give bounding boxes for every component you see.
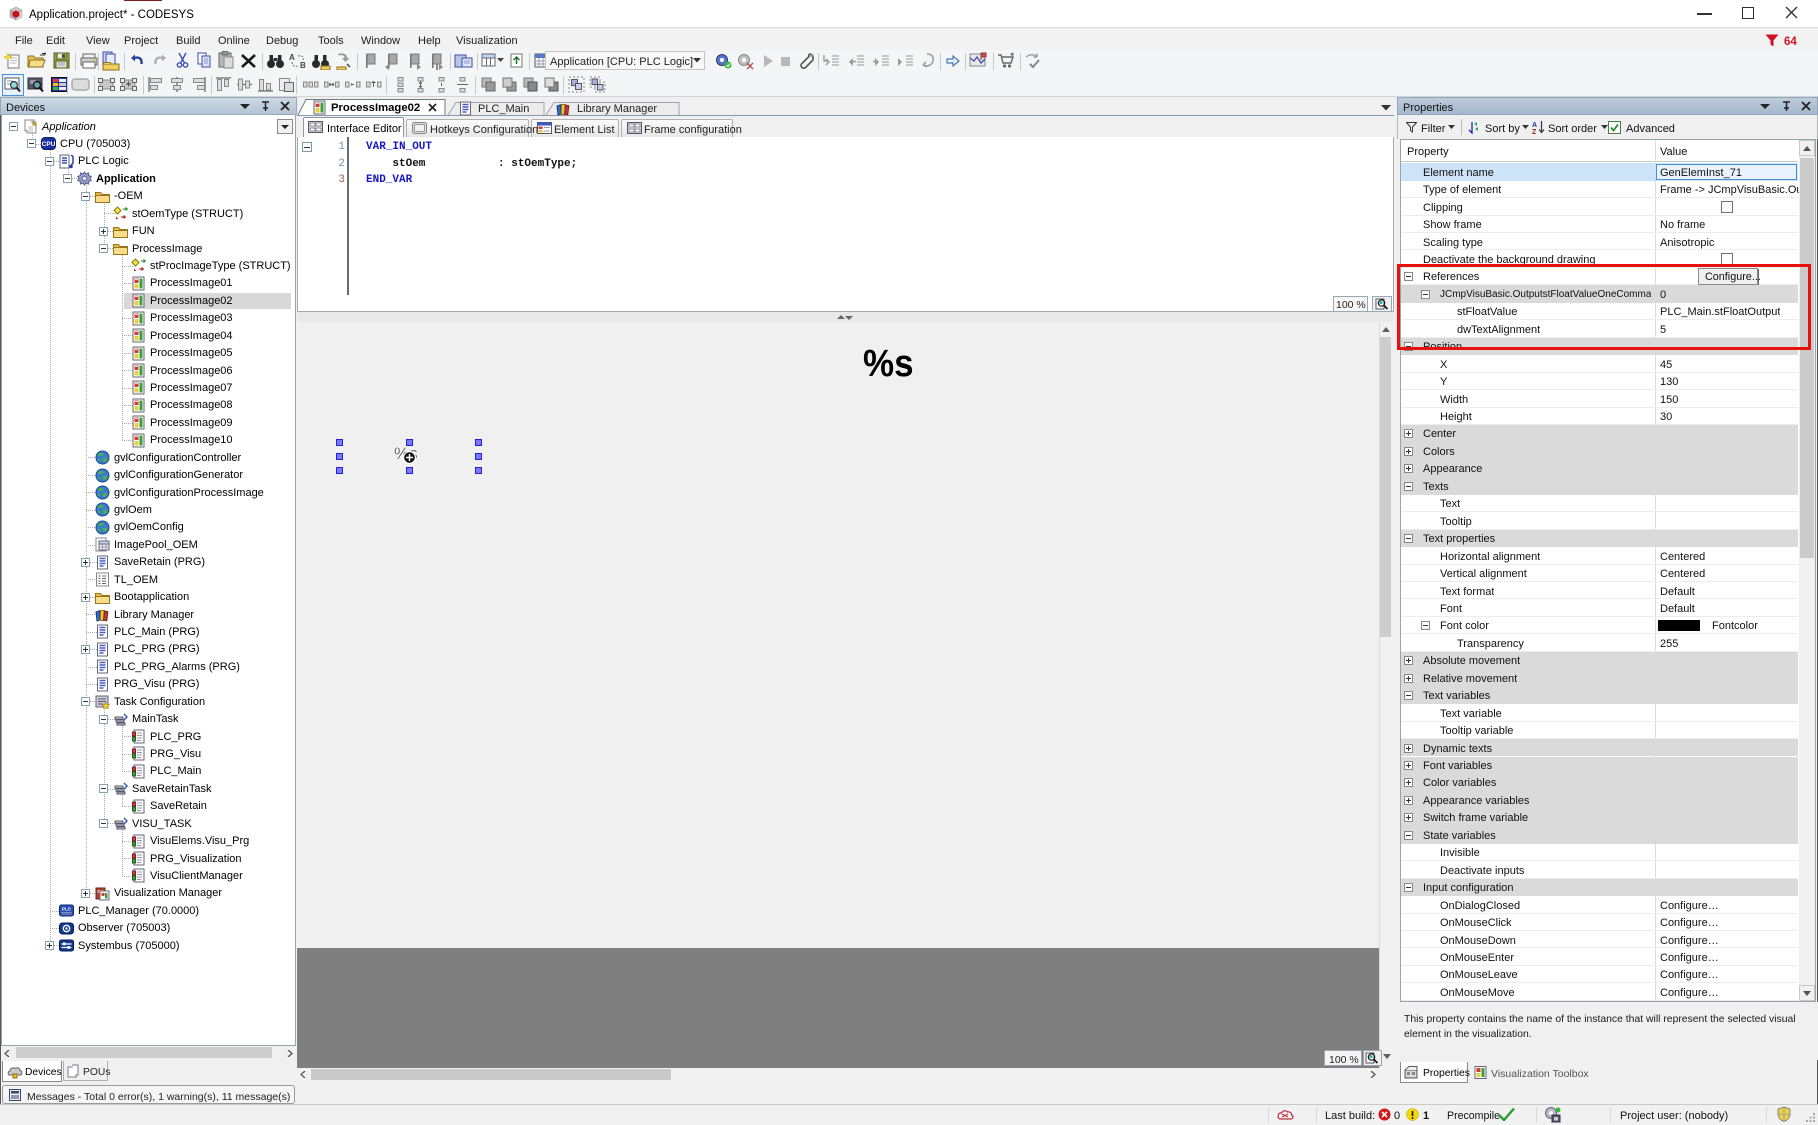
svg-text:CPU: CPU bbox=[42, 141, 56, 148]
svg-text:A: A bbox=[1532, 122, 1537, 129]
svg-text:B: B bbox=[300, 61, 306, 70]
svg-text:PLC: PLC bbox=[62, 907, 72, 912]
svg-text:Z: Z bbox=[1532, 129, 1537, 134]
svg-text:A: A bbox=[289, 53, 295, 62]
